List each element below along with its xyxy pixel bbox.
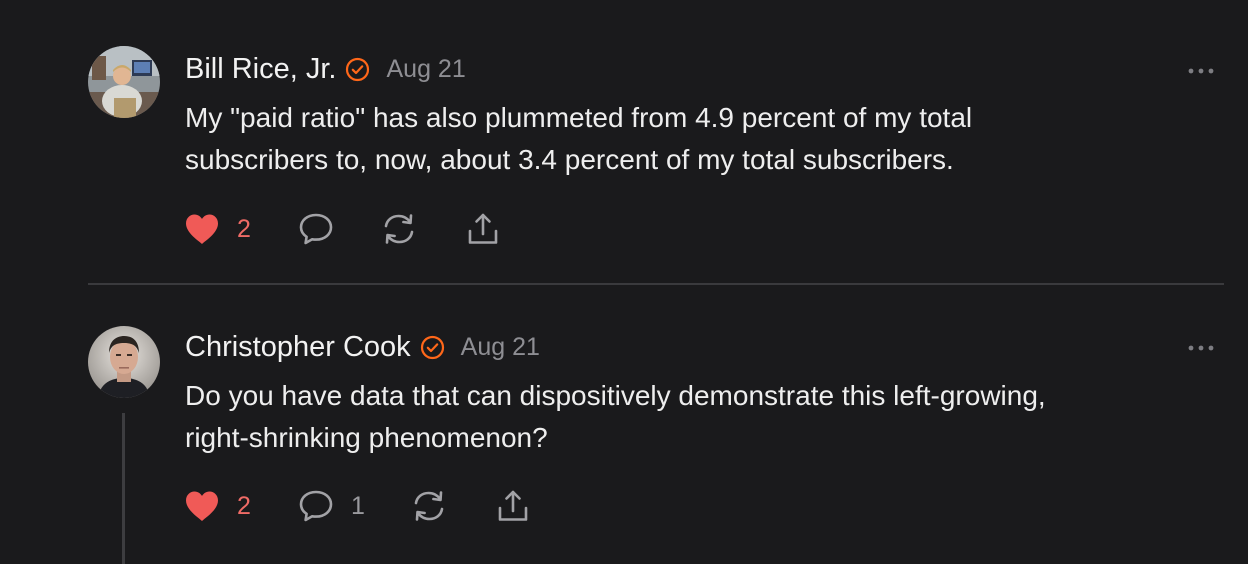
speech-bubble-icon [298,489,334,523]
comment-actions: 2 1 [184,486,531,526]
comment-body: My "paid ratio" has also plummeted from … [185,97,1185,181]
reply-button[interactable] [298,212,334,246]
verified-check-icon [420,335,445,360]
comment-date[interactable]: Aug 21 [386,55,465,84]
like-count: 2 [237,214,251,243]
share-upload-icon [495,488,531,524]
restack-button[interactable] [381,212,417,246]
like-button[interactable]: 2 [184,213,266,245]
like-button[interactable]: 2 [184,490,266,522]
reply-thread-line[interactable] [122,413,125,564]
comment-feed: Bill Rice, Jr. Aug 21 My "paid ratio" ha… [0,0,1248,564]
reply-count: 1 [351,491,365,520]
heart-icon [184,213,220,245]
author-name[interactable]: Bill Rice, Jr. [185,53,336,86]
comment-header: Bill Rice, Jr. Aug 21 [185,49,466,89]
comment-body: Do you have data that can dispositively … [185,375,1185,459]
comment-text-line: subscribers to, now, about 3.4 percent o… [185,144,954,175]
comment-actions: 2 [184,209,501,249]
author-name[interactable]: Christopher Cook [185,331,411,364]
avatar[interactable] [88,326,160,398]
share-button[interactable] [465,211,501,247]
comment: Christopher Cook Aug 21 Do you have data… [0,285,1248,564]
speech-bubble-icon [298,212,334,246]
avatar[interactable] [88,46,160,118]
share-upload-icon [465,211,501,247]
comment-text-line: My "paid ratio" has also plummeted from … [185,102,973,133]
comment-text-line: Do you have data that can dispositively … [185,380,1046,411]
restack-arrows-icon [411,489,447,523]
like-count: 2 [237,491,251,520]
more-dots-icon[interactable] [1188,63,1214,74]
reply-button[interactable]: 1 [298,489,365,523]
restack-button[interactable] [411,489,447,523]
comment-header: Christopher Cook Aug 21 [185,327,540,367]
comment-text-line: right-shrinking phenomenon? [185,422,548,453]
verified-check-icon [345,57,370,82]
restack-arrows-icon [381,212,417,246]
comment-date[interactable]: Aug 21 [461,333,540,362]
heart-icon [184,490,220,522]
more-dots-icon[interactable] [1188,340,1214,351]
comment: Bill Rice, Jr. Aug 21 My "paid ratio" ha… [0,0,1248,284]
share-button[interactable] [495,488,531,524]
